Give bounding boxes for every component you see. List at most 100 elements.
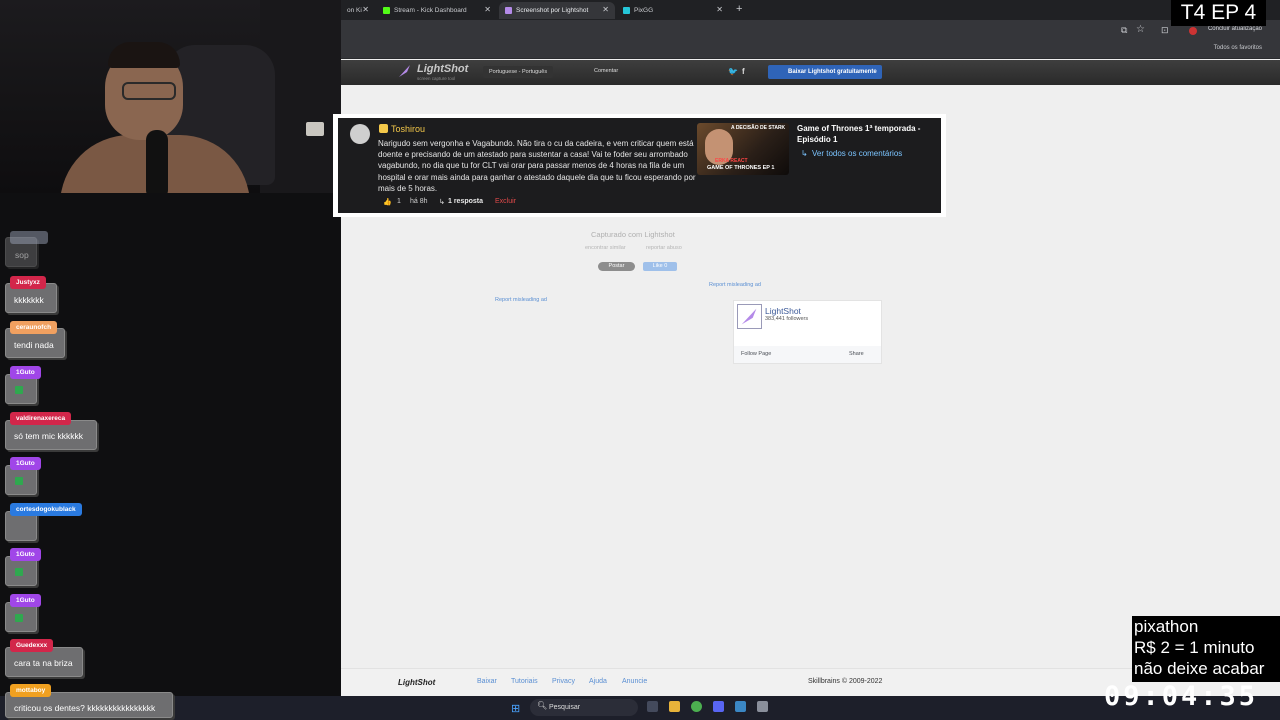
chat-username: 1Guto <box>10 457 41 470</box>
footer-link-help[interactable]: Ajuda <box>589 678 607 685</box>
app-icon[interactable] <box>757 701 768 712</box>
update-button[interactable]: Concluir atualização <box>1208 26 1262 32</box>
task-view-icon[interactable] <box>647 701 658 712</box>
tab-kick[interactable]: on Ki ✕ <box>341 2 375 19</box>
commenter-name: Toshirou <box>391 124 426 134</box>
replies-count: 1 resposta <box>448 198 484 205</box>
language-select[interactable]: Portuguese - Português <box>483 66 554 78</box>
pixathon-cta: não deixe acabar <box>1134 659 1265 678</box>
comment-time: há 8h <box>410 198 428 205</box>
chat-username: Guedexxx <box>10 639 54 652</box>
follow-page-button[interactable]: Follow Page <box>741 351 771 357</box>
lightshot-logo[interactable]: LightShot <box>417 63 468 75</box>
windows-taskbar <box>0 696 1280 720</box>
report-ad-link[interactable]: Report misleading ad <box>495 297 547 303</box>
webcam-overlay <box>0 0 341 193</box>
discord-icon[interactable] <box>713 701 724 712</box>
footer-link-download[interactable]: Baixar <box>477 678 497 685</box>
footer-copyright: Skillbrains © 2009-2022 <box>808 678 883 685</box>
footer-link-advertise[interactable]: Anuncie <box>622 678 647 685</box>
thumbnail-label: ERKA REACT <box>715 158 748 164</box>
tab-pixgg[interactable]: PixGG ✕ <box>617 2 729 19</box>
lightshot-slogan: screen capture tool <box>417 76 456 81</box>
microphone <box>146 130 168 193</box>
steam-icon[interactable] <box>735 701 746 712</box>
lightshot-icon <box>505 7 512 14</box>
bookmarks-bar: Todos os favoritos <box>341 42 1280 59</box>
all-favorites[interactable]: Todos os favoritos <box>1214 45 1262 51</box>
emote-icon <box>15 477 23 485</box>
see-all-comments: Ver todos os comentários <box>812 149 903 158</box>
star-icon[interactable]: ☆ <box>1136 24 1145 35</box>
facebook-page-name[interactable]: LightShot <box>765 306 801 316</box>
captured-with: Capturado com Lightshot <box>591 230 675 239</box>
chat-username: mottaboy <box>10 684 52 697</box>
comment-text: Narigudo sem vergonha e Vagabundo. Não t… <box>378 139 696 193</box>
new-tab-button[interactable]: + <box>736 3 742 15</box>
footer-logo[interactable]: LightShot <box>398 678 435 687</box>
reply-arrow-icon: ↳ <box>439 199 445 206</box>
countdown-timer: 09:04:35 <box>1104 681 1259 712</box>
close-icon[interactable]: ✕ <box>602 5 609 14</box>
thumbnail-caption: GAME OF THRONES EP 1 <box>707 165 775 171</box>
chat-text: criticou os dentes? kkkkkkkkkkkkkkkk <box>14 703 156 713</box>
mug <box>306 122 324 136</box>
footer-link-tutorials[interactable]: Tutoriais <box>511 678 538 685</box>
chat-username: cortesdogokublack <box>10 503 82 516</box>
share-button[interactable]: Share <box>849 351 864 357</box>
chat-username: 1Guto <box>10 548 41 561</box>
thumbnail-title: A DECISÃO DE STARK <box>731 125 786 131</box>
twitter-icon[interactable]: 🐦 <box>728 67 738 76</box>
tab-label: Screenshot por Lightshot <box>516 7 589 14</box>
find-similar-link[interactable]: encontrar similar <box>585 245 626 251</box>
chat-username: 1Guto <box>10 366 41 379</box>
comment-link[interactable]: Comentar <box>594 68 618 74</box>
like-button[interactable]: Like 0 <box>643 262 677 271</box>
post-button[interactable]: Postar <box>598 262 635 271</box>
chat-text: cara ta na briza <box>14 658 73 668</box>
chat-username: valdirenaxereca <box>10 412 72 425</box>
windows-start-icon[interactable]: ⊞ <box>511 702 520 715</box>
chat-text: sop <box>15 250 29 260</box>
tab-lightshot[interactable]: Screenshot por Lightshot ✕ <box>499 2 615 19</box>
footer-link-privacy[interactable]: Privacy <box>552 678 575 685</box>
like-count: 1 <box>397 198 401 205</box>
file-explorer-icon[interactable] <box>669 701 680 712</box>
episode-label: T4 EP 4 <box>1171 0 1266 26</box>
chat-username: Justyxz <box>10 276 46 289</box>
facebook-icon[interactable]: f <box>742 67 745 76</box>
tab-kick-dashboard[interactable]: Stream - Kick Dashboard ✕ <box>377 2 497 19</box>
download-button[interactable]: Baixar Lightshot gratuitamente <box>768 65 882 79</box>
tab-label: PixGG <box>634 7 654 14</box>
close-icon[interactable]: ✕ <box>362 5 369 14</box>
reply-arrow-icon: ↳ <box>801 149 808 158</box>
pixathon-rate: R$ 2 = 1 minuto <box>1134 638 1255 657</box>
extensions-icon[interactable]: ⊡ <box>1161 25 1169 36</box>
search-icon: 🔍︎ <box>537 701 548 710</box>
user-badge-icon <box>379 124 388 133</box>
chat-username: 1Guto <box>10 594 41 607</box>
chat-text: só tem mic kkkkkk <box>14 431 83 441</box>
tab-label: Stream - Kick Dashboard <box>394 7 467 14</box>
chrome-icon[interactable] <box>691 701 702 712</box>
browser-tab-bar: on Ki ✕ Stream - Kick Dashboard ✕ Screen… <box>341 0 1280 20</box>
report-ad-link[interactable]: Report misleading ad <box>709 282 761 288</box>
quill-icon <box>399 65 410 77</box>
chat-text: kkkkkkk <box>14 295 44 305</box>
pixgg-icon <box>623 7 630 14</box>
close-icon[interactable]: ✕ <box>716 5 723 14</box>
chat-username <box>10 231 48 244</box>
pixathon-title: pixathon <box>1134 617 1199 636</box>
report-abuse-link[interactable]: reportar abuso <box>646 245 682 251</box>
profile-avatar[interactable] <box>1189 27 1197 35</box>
emote-icon <box>15 614 23 622</box>
close-icon[interactable]: ✕ <box>484 5 491 14</box>
streamer-glasses <box>122 82 176 100</box>
video-thumbnail: A DECISÃO DE STARK ERKA REACT GAME OF TH… <box>697 123 789 175</box>
pixathon-panel: pixathon R$ 2 = 1 minuto não deixe acaba… <box>1132 616 1280 682</box>
tab-label: on Ki <box>347 7 362 14</box>
address-bar: ⧉ ☆ ⊡ Concluir atualização <box>341 20 1280 42</box>
translate-icon[interactable]: ⧉ <box>1121 25 1127 36</box>
emote-icon <box>15 568 23 576</box>
thumbs-up-icon: 👍 <box>383 199 392 206</box>
